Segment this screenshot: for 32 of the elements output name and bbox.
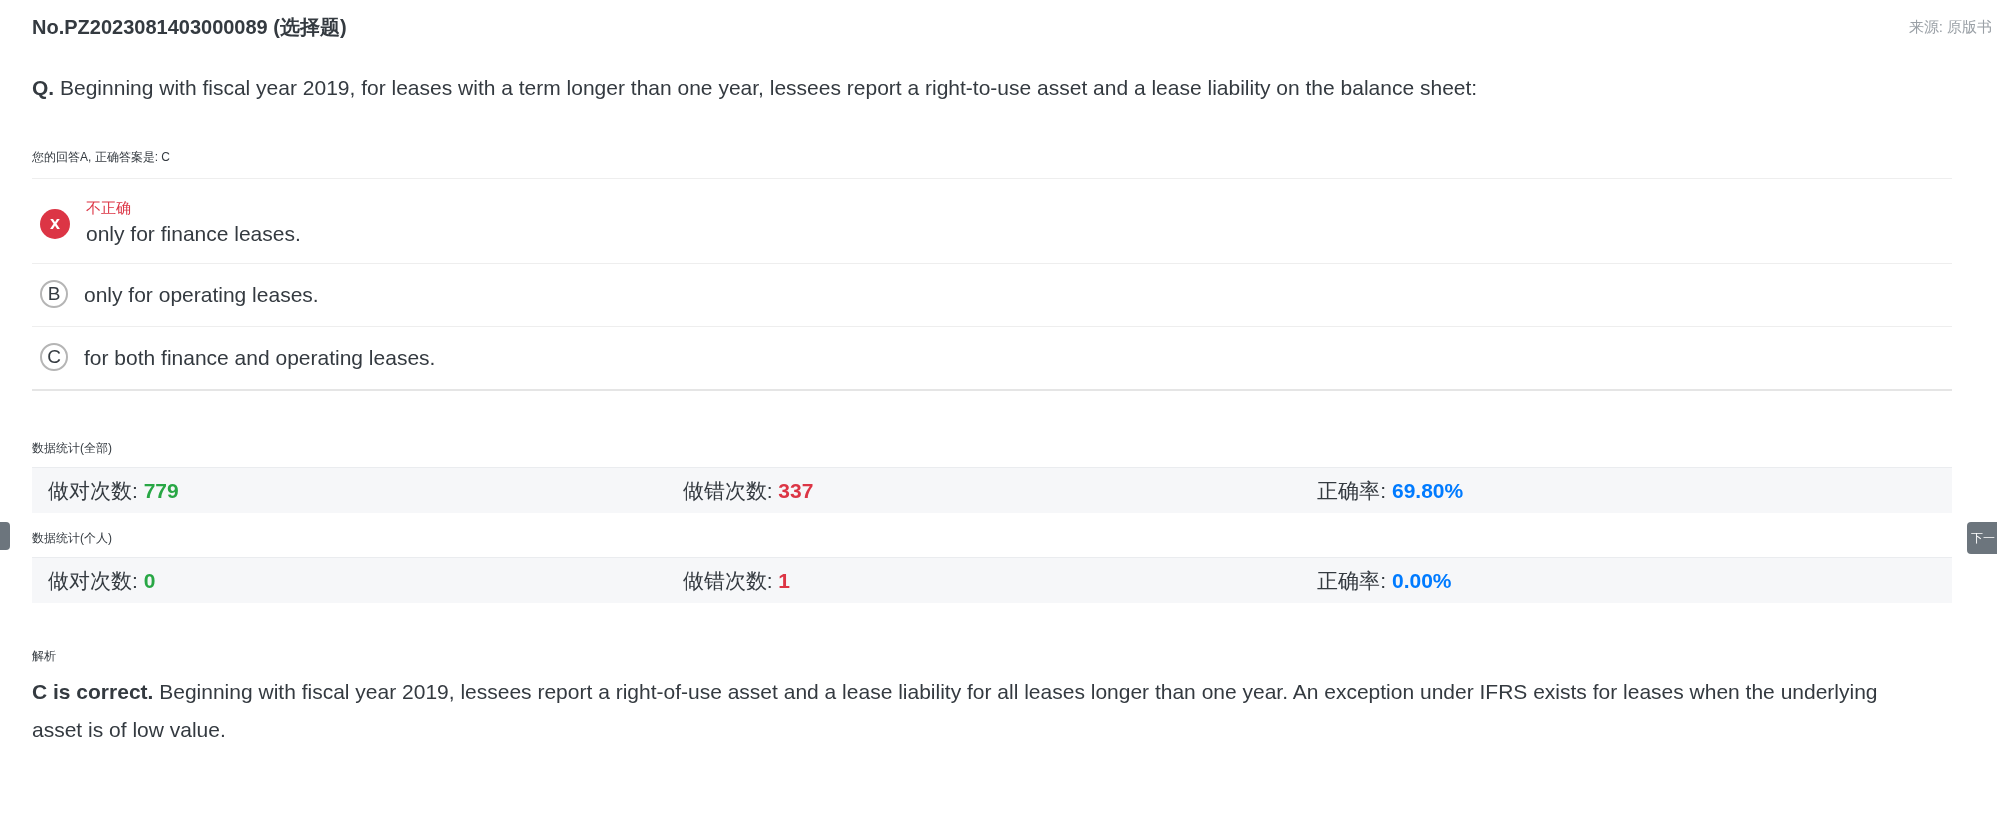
- stat-value: 337: [778, 478, 814, 502]
- wrong-mark: x: [40, 208, 70, 239]
- stat-value: 69.80%: [1392, 478, 1464, 502]
- analysis-text: C is correct. Beginning with fiscal year 2019, lessees report a right-of-use asset and a lease liability for all leases longer than one year. An exception under IFRS exists for leases when the underlying asset is of low value.: [32, 679, 1879, 743]
- answer-note: 您的回答A, 正确答案是: C: [32, 147, 1952, 179]
- option-letter: B: [40, 280, 68, 308]
- question-title: No.PZ2023081403000089 (选择题): [32, 15, 347, 40]
- answer-option[interactable]: C for both finance and operating leases.: [32, 327, 1952, 389]
- analysis-title: 解析: [32, 648, 57, 665]
- stat-label: 做错次数:: [682, 478, 774, 502]
- option-text: for both finance and operating leases.: [84, 345, 436, 371]
- side-tab[interactable]: [0, 522, 10, 550]
- stat-value: 1: [778, 568, 790, 592]
- answer-option[interactable]: B only for operating leases.: [32, 264, 1952, 327]
- stat-label: 正确率:: [1317, 568, 1388, 592]
- stats-title: 数据统计(个人): [32, 530, 113, 547]
- option-text: only for finance leases.: [86, 221, 301, 247]
- option-letter: C: [40, 343, 68, 371]
- answer-option[interactable]: x 不正确 only for finance leases.: [32, 178, 1952, 264]
- stat-value: 779: [143, 478, 179, 502]
- stat-label: 做对次数:: [48, 568, 139, 592]
- stats-title: 数据统计(全部): [32, 440, 113, 457]
- source-label: 来源: 原版书: [1908, 16, 1992, 37]
- next-tab[interactable]: 下一: [1967, 522, 1997, 554]
- stat-value: 0: [143, 568, 156, 592]
- stat-label: 做对次数:: [48, 478, 139, 502]
- feedback-label: 不正确: [86, 197, 132, 218]
- stat-value: 0.00%: [1392, 568, 1452, 592]
- stat-label: 做错次数:: [682, 568, 774, 592]
- option-text: only for operating leases.: [84, 282, 319, 308]
- question-text: Q. Beginning with fiscal year 2019, for leases with a term longer than one year, lessees report a right-to-use asset and a lease liability on the balance sheet:: [32, 75, 1479, 101]
- stat-label: 正确率:: [1317, 478, 1388, 502]
